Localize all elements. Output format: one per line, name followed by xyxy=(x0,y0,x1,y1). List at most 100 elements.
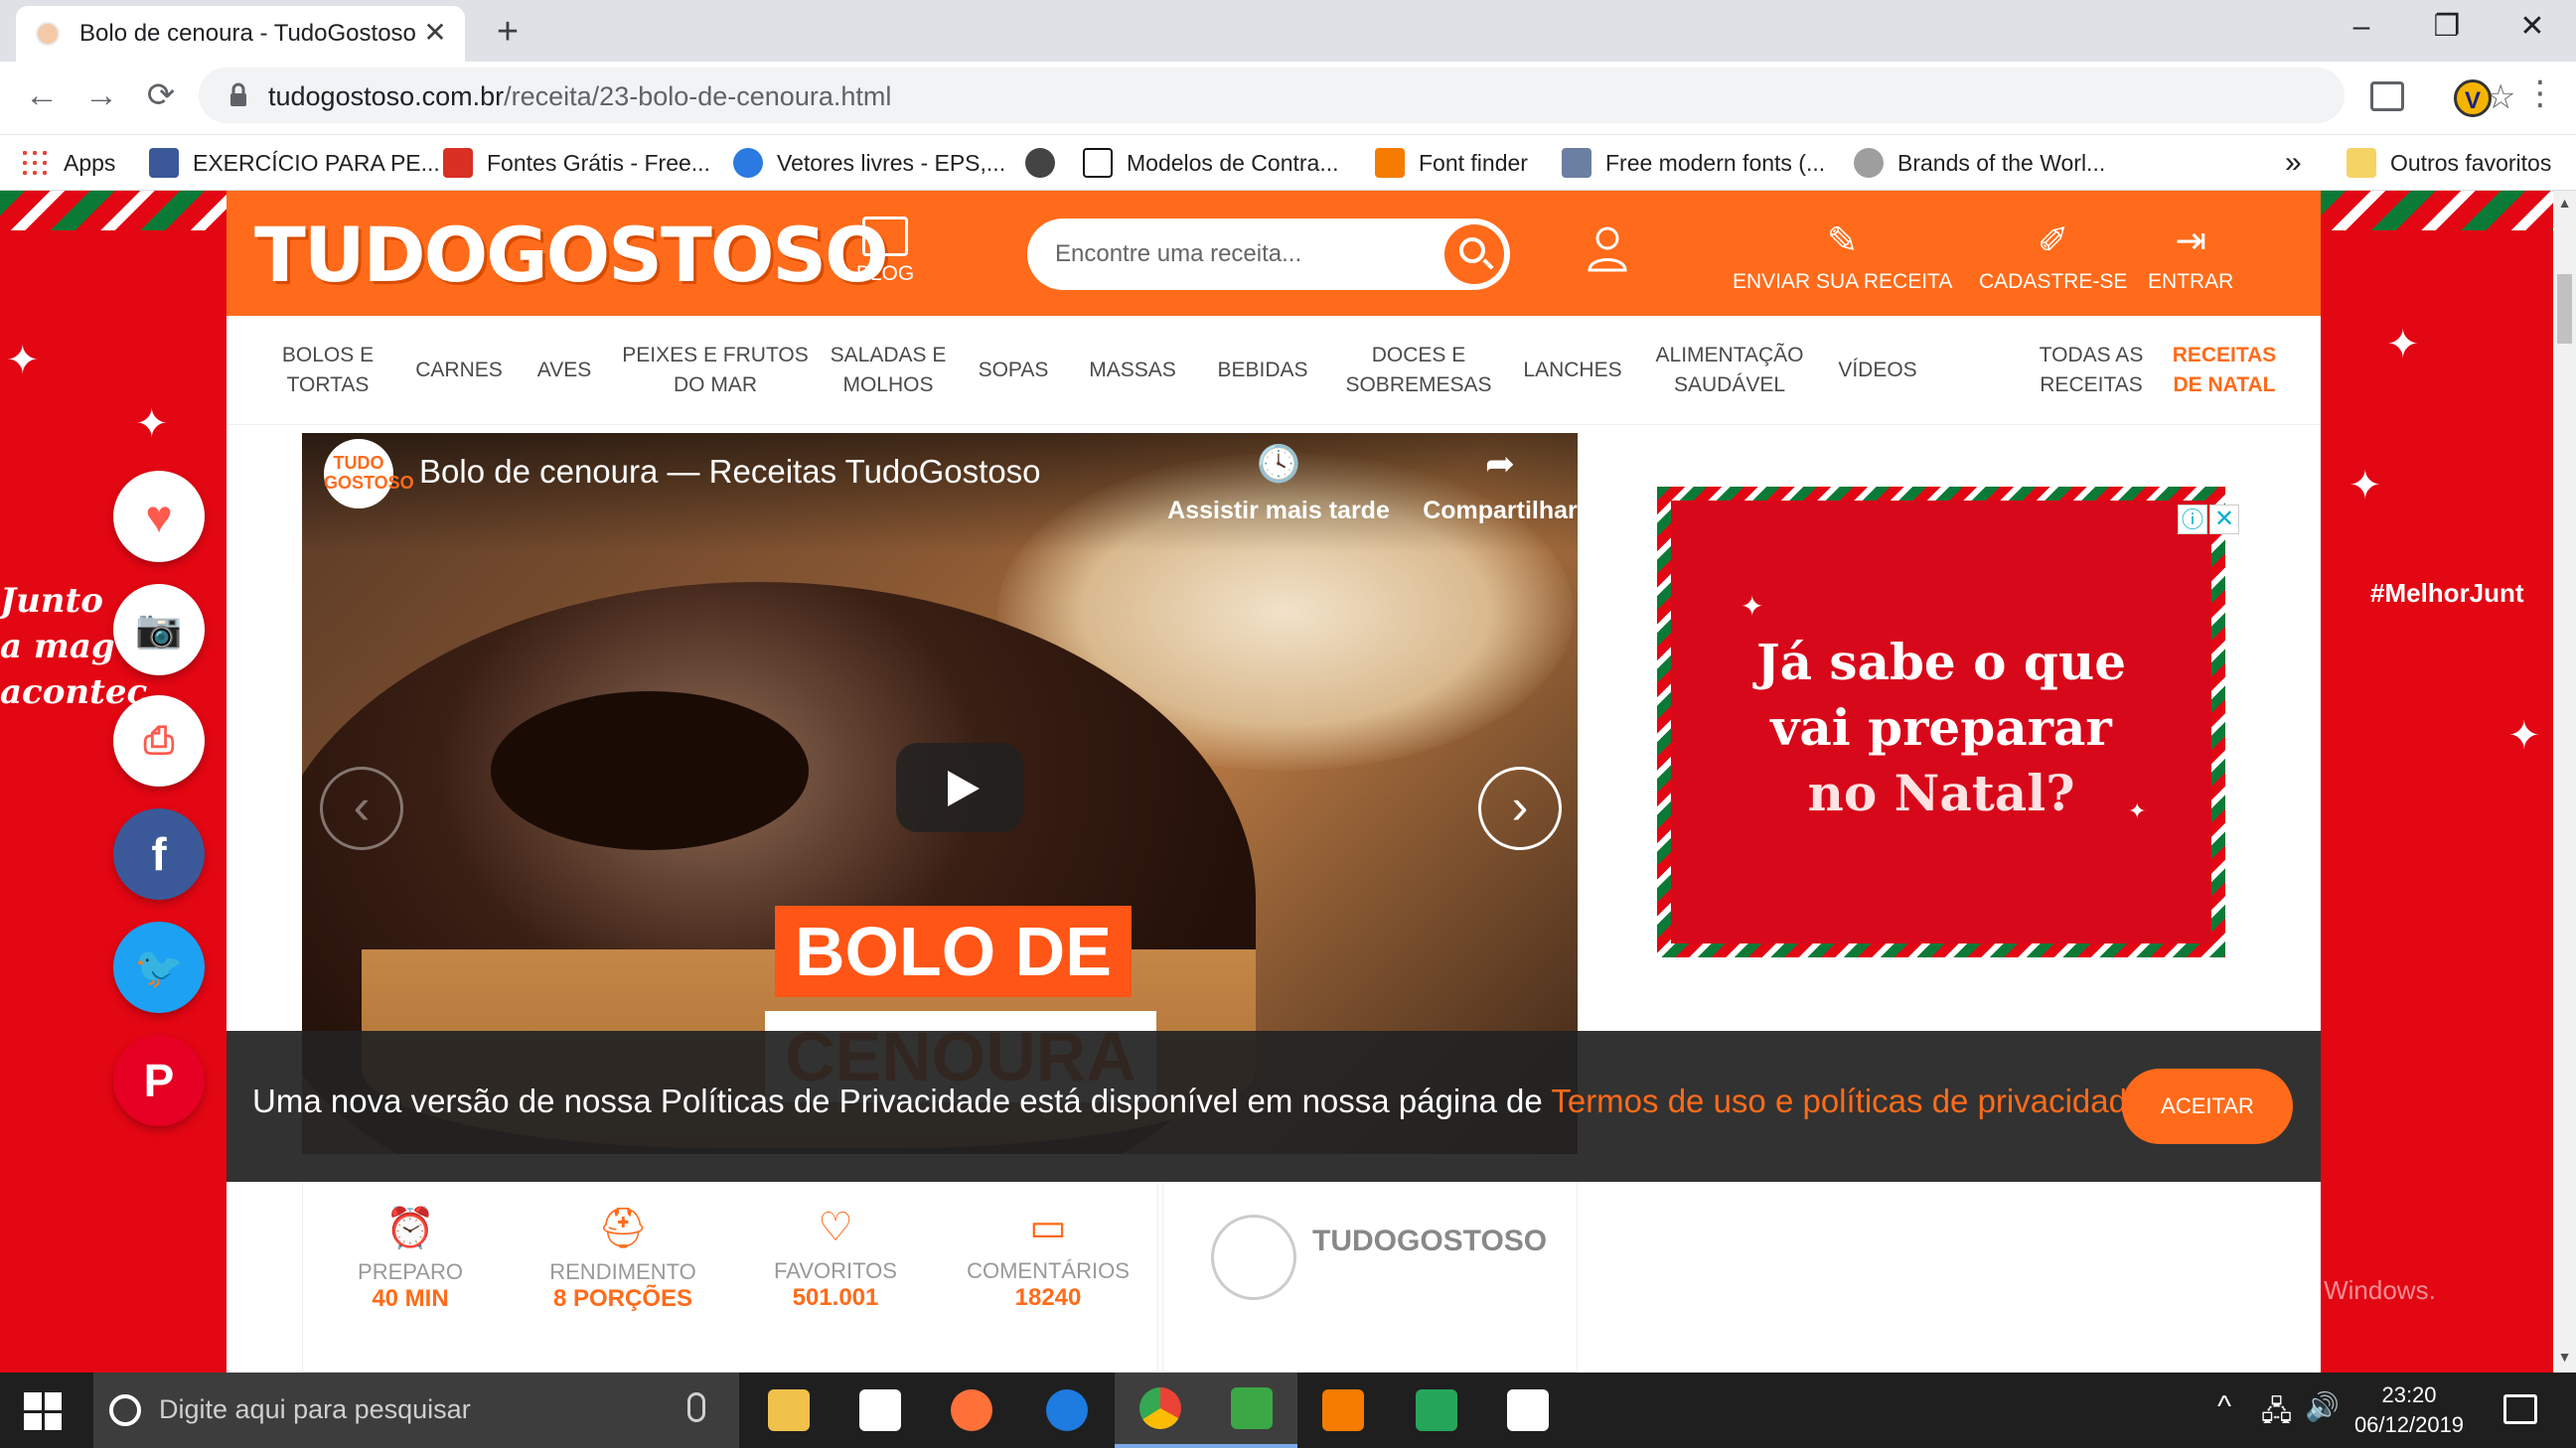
search-button[interactable] xyxy=(1444,224,1504,284)
favorites-stat[interactable]: ♡ FAVORITOS 501.001 xyxy=(736,1205,935,1312)
taskbar-app[interactable] xyxy=(1021,1373,1113,1448)
bookmark-item[interactable]: EXERCÍCIO PARA PE... xyxy=(149,145,440,181)
site-logo[interactable]: TUDOGOSTOSO xyxy=(254,211,889,299)
video-title[interactable]: Bolo de cenoura — Receitas TudoGostoso xyxy=(419,453,1041,491)
lock-icon[interactable] xyxy=(228,82,248,108)
category-link[interactable]: AVES xyxy=(525,316,604,425)
play-button[interactable] xyxy=(896,743,1023,832)
bookmarks-overflow-icon[interactable]: » xyxy=(2285,145,2302,181)
scroll-thumb[interactable] xyxy=(2557,274,2572,344)
taskbar-app[interactable] xyxy=(743,1373,834,1448)
author-name[interactable]: TUDOGOSTOSO xyxy=(1312,1225,1547,1258)
send-recipe-link[interactable]: ✎ ENVIAR SUA RECEITA xyxy=(1733,220,1952,294)
category-link[interactable]: VÍDEOS xyxy=(1828,316,1927,425)
watch-later-label: Assistir mais tarde xyxy=(1167,497,1390,524)
taskbar-search[interactable]: Digite aqui para pesquisar xyxy=(93,1373,739,1448)
url-text[interactable]: tudogostoso.com.br/receita/23-bolo-de-ce… xyxy=(268,81,891,112)
back-arrow-icon[interactable]: ← xyxy=(20,73,64,117)
category-link[interactable]: SOPAS xyxy=(968,316,1059,425)
bookmark-item[interactable]: Apps xyxy=(20,145,115,181)
minimize-button[interactable]: – xyxy=(2319,0,2404,56)
category-link[interactable]: PEIXES E FRUTOS DO MAR xyxy=(622,316,809,425)
comments-stat[interactable]: ▭ COMENTÁRIOS 18240 xyxy=(949,1205,1147,1312)
channel-avatar[interactable]: TUDO GOSTOSO xyxy=(324,439,414,508)
taskbar-app[interactable] xyxy=(1482,1373,1574,1448)
volume-icon[interactable]: 🔊 xyxy=(2305,1390,2340,1423)
category-link-christmas[interactable]: RECEITAS DE NATAL xyxy=(2164,316,2285,425)
address-bar[interactable]: tudogostoso.com.br/receita/23-bolo-de-ce… xyxy=(199,68,2515,123)
category-link[interactable]: LANCHES xyxy=(1514,316,1631,425)
favorite-heart-button[interactable]: ♥ xyxy=(113,471,205,562)
share-button[interactable]: ➦ Compartilhar xyxy=(1421,443,1578,525)
taskbar-app-active[interactable] xyxy=(1115,1373,1206,1448)
camera-button[interactable]: 📷 xyxy=(113,584,205,675)
user-profile-icon[interactable] xyxy=(1586,224,1629,274)
taskbar-app[interactable] xyxy=(1297,1373,1389,1448)
bookmark-item[interactable]: Vetores livres - EPS,... xyxy=(733,145,1005,181)
tray-overflow-icon[interactable]: ^ xyxy=(2217,1390,2231,1424)
browser-tab[interactable]: Bolo de cenoura - TudoGostoso ✕ xyxy=(16,6,465,62)
ad-close-icon[interactable]: ✕ xyxy=(2209,505,2239,534)
windows-start-icon[interactable] xyxy=(24,1392,62,1430)
ad-info-icon[interactable]: ⓘ xyxy=(2178,505,2207,534)
close-window-button[interactable]: ✕ xyxy=(2490,0,2575,56)
network-icon[interactable]: 🖧 xyxy=(2261,1390,2292,1438)
notification-center-icon[interactable] xyxy=(2503,1394,2537,1424)
taskbar-app-active[interactable] xyxy=(1206,1373,1297,1448)
other-bookmarks[interactable]: Outros favoritos xyxy=(2347,145,2551,181)
taskbar-clock[interactable]: 23:20 06/12/2019 xyxy=(2345,1380,2474,1440)
facebook-share-button[interactable]: f xyxy=(113,808,205,900)
bookmark-item[interactable]: Brands of the Worl... xyxy=(1854,145,2105,181)
extension-icon[interactable] xyxy=(2370,81,2404,111)
register-link[interactable]: ✐ CADASTRE-SE xyxy=(1979,220,2127,294)
video-prev-button[interactable]: ‹ xyxy=(320,767,403,850)
search-icon-handle xyxy=(1482,258,1494,270)
category-link[interactable]: DOCES E SOBREMESAS xyxy=(1339,316,1498,425)
category-link[interactable]: MASSAS xyxy=(1077,316,1188,425)
category-label: BEBIDAS xyxy=(1217,359,1308,381)
category-link[interactable]: TODAS AS RECEITAS xyxy=(2033,316,2150,425)
bookmark-item[interactable]: Fontes Grátis - Free... xyxy=(443,145,710,181)
christmas-ad[interactable]: ✦ ✦ Já sabe o que vai preparar no Natal?… xyxy=(1657,487,2239,957)
taskbar-app[interactable] xyxy=(926,1373,1017,1448)
restore-button[interactable]: ❐ xyxy=(2404,0,2490,56)
new-tab-button[interactable]: + xyxy=(485,12,530,54)
twitter-share-button[interactable]: 🐦 xyxy=(113,922,205,1013)
browser-menu-icon[interactable]: ⋮ xyxy=(2523,73,2557,113)
category-link[interactable]: CARNES xyxy=(409,316,509,425)
bookmark-item[interactable]: Font finder xyxy=(1375,145,1528,181)
taskbar-app[interactable] xyxy=(1391,1373,1482,1448)
login-link[interactable]: ⇥ ENTRAR xyxy=(2148,220,2233,294)
bookmark-item[interactable] xyxy=(1025,145,1069,181)
clock-time: 23:20 xyxy=(2381,1382,2437,1407)
pinterest-share-button[interactable]: P xyxy=(113,1035,205,1126)
reload-icon[interactable]: ⟳ xyxy=(139,73,183,117)
category-link[interactable]: BEBIDAS xyxy=(1204,316,1321,425)
video-next-button[interactable]: › xyxy=(1478,767,1562,850)
stat-value: 501.001 xyxy=(792,1284,879,1311)
blog-link[interactable]: BLOG xyxy=(850,217,920,286)
profile-avatar-icon[interactable]: V xyxy=(2454,79,2492,117)
tab-close-icon[interactable]: ✕ xyxy=(418,16,452,49)
scroll-up-arrow-icon[interactable]: ▲ xyxy=(2553,195,2576,215)
stat-label: COMENTÁRIOS xyxy=(967,1258,1130,1283)
scroll-down-arrow-icon[interactable]: ▼ xyxy=(2553,1349,2576,1369)
facebook-icon: f xyxy=(151,828,167,880)
taskbar-app[interactable] xyxy=(834,1373,926,1448)
search-input[interactable] xyxy=(1027,218,1425,290)
bookmark-item[interactable]: Free modern fonts (... xyxy=(1562,145,1825,181)
page-scrollbar[interactable]: ▲ ▼ xyxy=(2553,191,2576,1373)
accept-button[interactable]: ACEITAR xyxy=(2122,1069,2293,1144)
forward-arrow-icon[interactable]: → xyxy=(79,73,123,117)
privacy-terms-link[interactable]: Termos de uso e políticas de privacidade xyxy=(1551,1083,2145,1119)
bookmark-item[interactable]: Modelos de Contra... xyxy=(1083,145,1339,181)
print-button[interactable]: ⎙ xyxy=(113,695,205,787)
category-link[interactable]: ALIMENTAÇÃO SAUDÁVEL xyxy=(1647,316,1812,425)
sparkle-icon: ✦ xyxy=(135,402,169,446)
category-link[interactable]: BOLOS E TORTAS xyxy=(266,316,389,425)
watch-later-button[interactable]: 🕓 Assistir mais tarde xyxy=(1164,443,1393,525)
microphone-icon[interactable] xyxy=(687,1392,705,1422)
author-avatar[interactable] xyxy=(1211,1215,1296,1300)
cake-hole xyxy=(491,691,809,850)
category-link[interactable]: SALADAS E MOLHOS xyxy=(827,316,950,425)
